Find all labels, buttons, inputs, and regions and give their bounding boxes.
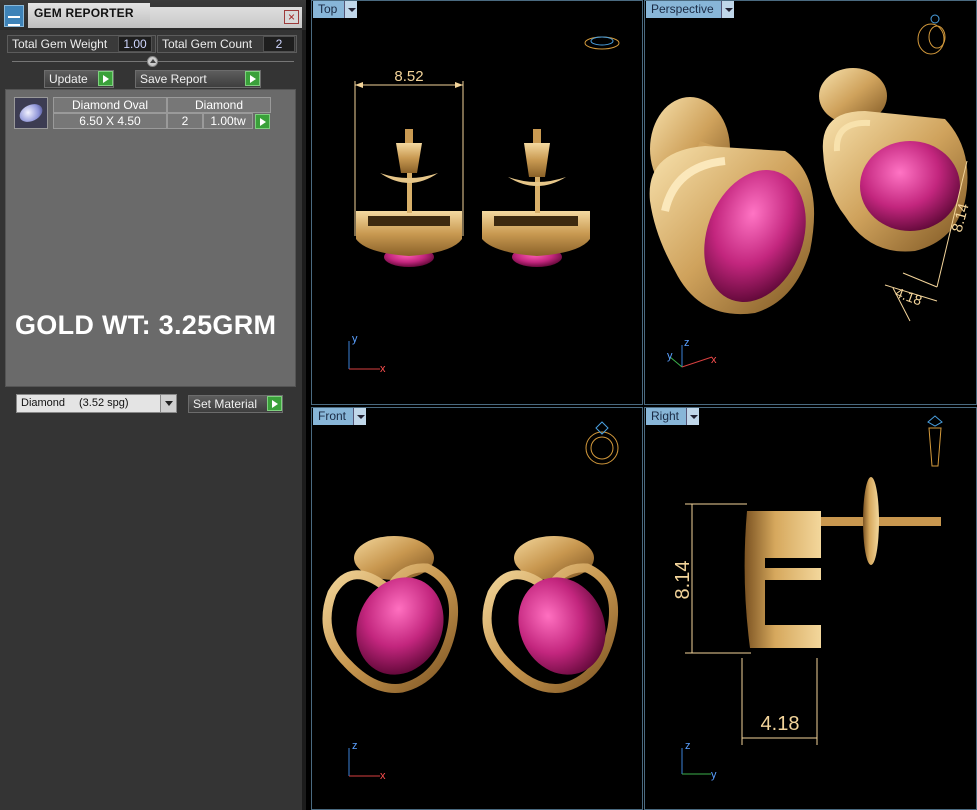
close-icon[interactable]: × (284, 10, 299, 24)
gem-name-header: Diamond Oval (53, 97, 167, 113)
panel-title: GEM REPORTER (28, 3, 150, 28)
save-report-play-icon[interactable] (245, 71, 260, 86)
update-play-icon[interactable] (98, 71, 113, 86)
svg-text:x: x (380, 770, 386, 782)
right-width-dimension: 4.18 (761, 713, 800, 735)
svg-text:y: y (352, 333, 358, 345)
earring-side-right (744, 477, 941, 648)
title-strip (150, 7, 302, 28)
gem-reporter-panel: GEM REPORTER × Total Gem Weight 1.00 Tot… (0, 0, 306, 810)
svg-text:z: z (684, 337, 690, 349)
axis-gizmo-icon: z x (348, 740, 386, 782)
gem-row-play-icon[interactable] (255, 114, 270, 129)
viewport-tab-front-label: Front (318, 409, 347, 423)
front-view-render: z x (322, 421, 619, 782)
save-report-button-label: Save Report (140, 72, 207, 86)
svg-text:z: z (352, 740, 358, 752)
axis-gizmo-icon: z y x (667, 337, 717, 368)
viewport-right[interactable]: 8.14 4.18 z y Right (644, 407, 977, 810)
persp-width-dimension: 4.18 (893, 284, 924, 308)
gem-weight: 1.00tw (203, 113, 253, 129)
set-material-button-label: Set Material (193, 397, 258, 411)
chevron-down-icon[interactable] (686, 408, 700, 425)
chevron-down-icon[interactable] (344, 1, 358, 18)
svg-text:x: x (711, 354, 717, 366)
viewport-tab-front[interactable]: Front (313, 408, 367, 425)
earring-right-front (482, 536, 619, 693)
viewport-perspective[interactable]: 8.14 4.18 z y x Perspective (644, 0, 977, 405)
material-select-spg: (3.52 spg) (79, 397, 129, 409)
ring-icon (585, 421, 619, 465)
perspective-view-render: 8.14 4.18 z y x (649, 14, 973, 368)
earring-back-perspective (819, 68, 968, 252)
total-gem-count-value: 2 (263, 36, 295, 52)
save-report-button[interactable]: Save Report (135, 70, 261, 88)
top-view-render: 8.52 y x (348, 36, 620, 375)
viewport-tab-right-label: Right (651, 409, 680, 423)
gem-size: 6.50 X 4.50 (53, 113, 167, 129)
gem-list: Diamond Oval Diamond 6.50 X 4.50 2 1.00t… (5, 89, 296, 387)
svg-text:z: z (685, 740, 691, 752)
app-icon (4, 5, 24, 27)
ring-icon (584, 36, 620, 50)
title-bar: GEM REPORTER × (0, 0, 306, 30)
right-view-render: 8.14 4.18 z y (672, 415, 943, 781)
gem-oval-icon[interactable] (14, 97, 48, 129)
svg-text:y: y (667, 350, 673, 362)
top-dimension-text: 8.52 (394, 68, 423, 85)
gem-material-header: Diamond (167, 97, 271, 113)
update-button-label: Update (49, 72, 88, 86)
axis-gizmo-icon: y x (348, 333, 386, 375)
ring-icon (917, 14, 946, 55)
viewport-tab-top-label: Top (318, 2, 338, 16)
dropdown-arrow-icon[interactable] (160, 395, 176, 412)
splitter-handle[interactable] (147, 56, 158, 67)
viewport-front[interactable]: z x Front (311, 407, 643, 810)
viewport-tab-right[interactable]: Right (646, 408, 700, 425)
material-select[interactable]: Diamond (3.52 spg) (16, 394, 177, 413)
earring-right-top (482, 129, 590, 267)
right-height-dimension: 8.14 (672, 561, 694, 600)
ring-icon (927, 415, 943, 467)
viewport-tab-top[interactable]: Top (313, 1, 358, 18)
total-gem-weight-value: 1.00 (118, 36, 152, 52)
axis-gizmo-icon: z y (681, 740, 717, 781)
earring-front-perspective (649, 97, 815, 315)
gold-weight-text: GOLD WT: 3.25GRM (15, 310, 277, 340)
earring-left-front (322, 536, 459, 693)
viewport-tab-perspective[interactable]: Perspective (646, 1, 734, 18)
set-material-play-icon[interactable] (267, 396, 282, 411)
svg-text:y: y (711, 769, 717, 781)
chevron-down-icon[interactable] (720, 1, 734, 18)
earring-left-top (356, 129, 462, 267)
gem-count: 2 (167, 113, 203, 129)
viewport-tab-perspective-label: Perspective (651, 2, 714, 16)
chevron-down-icon[interactable] (353, 408, 367, 425)
material-select-value: Diamond (21, 397, 66, 409)
svg-text:x: x (380, 363, 386, 375)
viewport-top[interactable]: 8.52 y x Top (311, 0, 643, 405)
